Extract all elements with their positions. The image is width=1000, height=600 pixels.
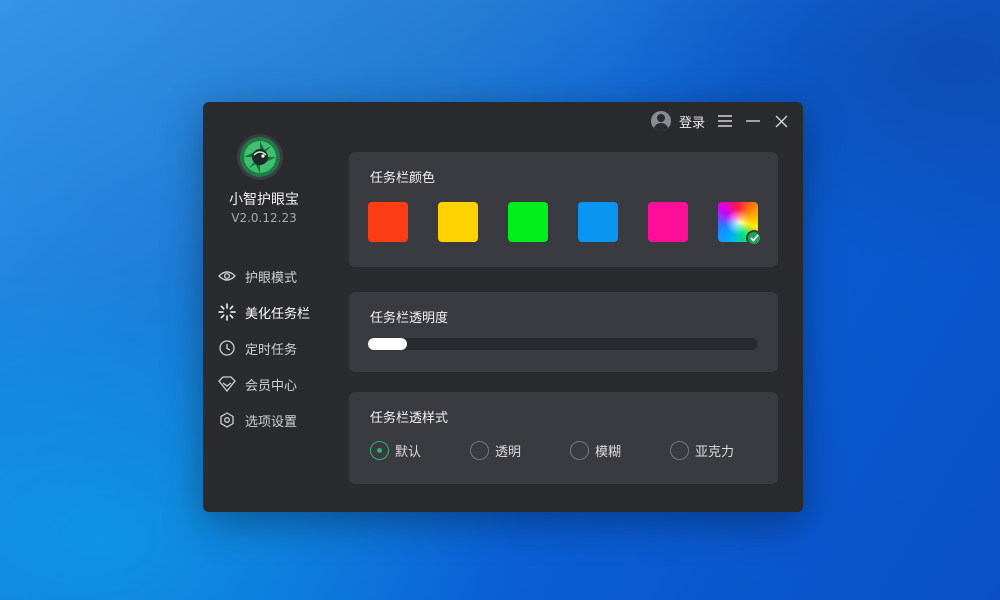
sidebar-item-label: 会员中心 [245,378,298,394]
radio-label: 亚克力 [695,445,735,460]
color-swatch-green[interactable] [508,202,548,242]
color-swatch-yellow[interactable] [438,202,478,242]
sidebar-item-eye-mode[interactable]: 护眼模式 [218,258,310,294]
sidebar-item-membership[interactable]: 会员中心 [218,366,310,402]
minimize-icon[interactable] [745,113,761,129]
color-swatch-pink[interactable] [648,202,688,242]
sidebar-item-scheduled-tasks[interactable]: 定时任务 [218,330,310,366]
radio-indicator[interactable] [670,441,689,460]
login-link[interactable]: 登录 [679,112,705,131]
style-radio-blur[interactable]: 模糊 [570,441,670,460]
clock-icon [218,339,236,357]
color-swatch-red[interactable] [368,202,408,242]
card-title: 任务栏透明度 [370,311,449,326]
sidebar-item-settings[interactable]: 选项设置 [218,402,310,438]
settings-hexagon-icon [218,411,236,429]
sidebar-item-label: 护眼模式 [245,270,298,286]
card-title: 任务栏颜色 [370,171,436,186]
taskbar-opacity-card: 任务栏透明度 [349,292,778,372]
sidebar-item-label: 美化任务栏 [245,306,311,322]
close-icon[interactable] [773,113,789,129]
color-swatch-blue[interactable] [578,202,618,242]
color-swatches [368,202,762,246]
style-radio-default[interactable]: 默认 [370,441,470,460]
opacity-slider[interactable] [368,338,758,350]
radio-indicator[interactable] [470,441,489,460]
sidebar-item-label: 选项设置 [245,414,298,430]
app-window: 登录 小智护眼宝 V2.0.12.23 护眼模式 美化任务栏 定时任务 会员中心… [203,102,803,512]
style-radio-transparent[interactable]: 透明 [470,441,570,460]
card-title: 任务栏透样式 [370,411,449,426]
radio-label: 模糊 [595,445,622,460]
radio-label: 透明 [495,445,522,460]
sidebar-nav: 护眼模式 美化任务栏 定时任务 会员中心 选项设置 [218,258,310,438]
sparkle-icon [218,303,236,321]
user-avatar-icon[interactable] [650,111,671,131]
sidebar: 小智护眼宝 V2.0.12.23 护眼模式 美化任务栏 定时任务 会员中心 选项… [203,102,325,512]
title-bar: 登录 [650,108,789,134]
eye-camera-logo-icon [237,134,283,180]
style-radio-group: 默认 透明 模糊 亚克力 [370,441,770,460]
app-name: 小智护眼宝 [229,192,299,208]
taskbar-style-card: 任务栏透样式 默认 透明 模糊 亚克力 [349,392,778,484]
radio-indicator[interactable] [370,441,389,460]
selected-check-icon [746,230,762,246]
radio-indicator[interactable] [570,441,589,460]
sidebar-item-label: 定时任务 [245,342,298,358]
menu-icon[interactable] [717,113,733,129]
style-radio-acrylic[interactable]: 亚克力 [670,441,770,460]
taskbar-color-card: 任务栏颜色 [349,152,778,267]
color-swatch-rainbow[interactable] [718,202,762,246]
app-version: V2.0.12.23 [231,211,297,225]
eye-icon [218,267,236,285]
diamond-icon [218,375,236,393]
opacity-slider-fill[interactable] [368,338,407,350]
sidebar-item-beautify-taskbar[interactable]: 美化任务栏 [218,294,310,330]
radio-label: 默认 [395,445,422,460]
